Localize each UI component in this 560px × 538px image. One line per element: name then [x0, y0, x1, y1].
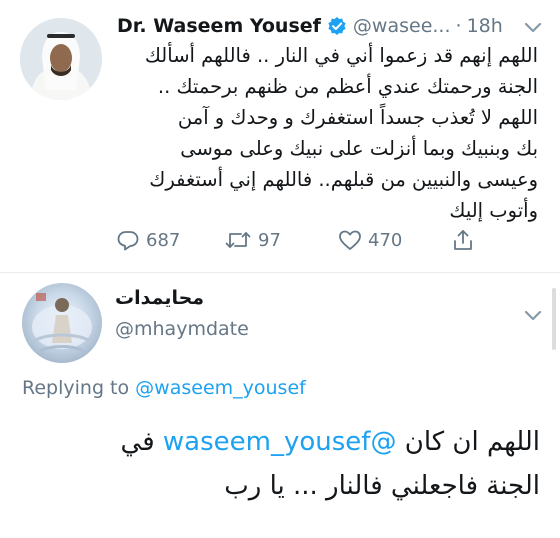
share-icon: [454, 230, 472, 250]
reply-author-avatar[interactable]: [22, 283, 102, 363]
reply-more-button[interactable]: [523, 307, 543, 326]
avatar-photo: [22, 283, 102, 363]
meta-separator: ·: [455, 15, 462, 37]
replying-to: Replying to @waseem_yousef: [22, 377, 306, 399]
chevron-down-icon: [524, 22, 542, 33]
share-action[interactable]: [452, 228, 474, 252]
tweet-text-line: وعيسى والنبيين من قبلهم.. فاللهم إني أست…: [149, 168, 538, 191]
like-count: 470: [368, 229, 403, 251]
tweet-text: اللهم إنهم قد زعموا أني في النار .. فالل…: [100, 40, 538, 226]
tweet-text-line: بك وبنبيك وبما أنزلت على نبيك وعلى موسى: [180, 137, 538, 160]
tweet-timestamp[interactable]: 18h: [467, 15, 503, 37]
tweet-author-name[interactable]: Dr. Waseem Yousef: [117, 15, 321, 37]
replying-to-label: Replying to: [22, 377, 130, 399]
reply-author-handle[interactable]: @mhaymdate: [115, 318, 249, 340]
reply-text: اللهم ان كان @waseem_yousef في الجنة فاج…: [80, 420, 540, 508]
reply-text-line: الجنة فاجعلني فالنار ... يا رب: [224, 471, 540, 501]
like-action[interactable]: 470: [338, 229, 402, 251]
tweet-text-line: وأتوب إليك: [449, 199, 538, 222]
tweet-author-avatar[interactable]: [20, 18, 102, 100]
reply-author-name[interactable]: محايمدات: [115, 287, 204, 309]
retweet-icon: [225, 232, 251, 248]
reply-text-suffix: في: [120, 427, 155, 457]
reply-text-prefix: اللهم ان كان: [404, 427, 540, 457]
retweet-action[interactable]: 97: [224, 229, 281, 251]
reply-card[interactable]: محايمدات @mhaymdate Replying to @waseem_…: [0, 273, 560, 538]
tweet-card[interactable]: Dr. Waseem Yousef @wasee... · 18h اللهم …: [0, 0, 560, 272]
avatar-photo: [20, 18, 102, 100]
chevron-down-icon: [524, 310, 542, 321]
reply-count: 687: [146, 229, 181, 251]
tweet-text-line: الجنة ورحمتك عندي أعظم من ظنهم برحمتك ..: [157, 75, 538, 98]
reply-mention-link[interactable]: @waseem_yousef: [163, 427, 397, 457]
tweet-text-line: اللهم لا تُعذب جسداً استغفرك و وحدك و آم…: [177, 106, 538, 129]
replying-to-mention[interactable]: @waseem_yousef: [135, 377, 306, 399]
reply-text-line: اللهم ان كان @waseem_yousef في: [80, 420, 540, 464]
tweet-author-handle[interactable]: @wasee...: [353, 15, 451, 37]
reply-icon: [117, 231, 139, 251]
reply-action[interactable]: 687: [116, 229, 180, 251]
verified-badge-icon: [327, 16, 347, 36]
tweet-more-button[interactable]: [523, 19, 543, 38]
heart-icon: [339, 230, 361, 250]
retweet-count: 97: [258, 229, 281, 251]
scrollbar-thumb[interactable]: [552, 288, 556, 350]
tweet-text-line: اللهم إنهم قد زعموا أني في النار .. فالل…: [144, 44, 538, 67]
